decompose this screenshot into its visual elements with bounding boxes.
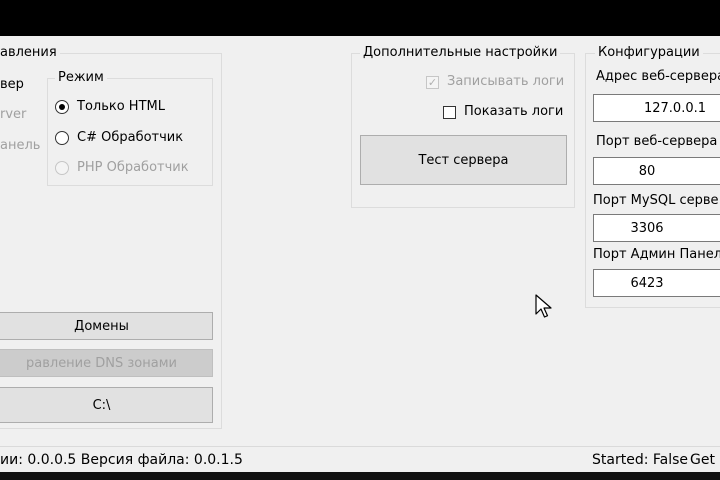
web-port-field[interactable]: 80	[593, 157, 720, 185]
status-get: Get I	[690, 452, 720, 468]
config-group-title: Конфигурации	[595, 45, 703, 61]
management-item-rver: rver	[0, 107, 27, 122]
app-window: авления вер rver анель Режим Только HTML…	[0, 36, 720, 472]
web-address-label: Адрес веб-сервера	[596, 69, 720, 84]
mysql-port-field[interactable]: 3306	[593, 214, 720, 242]
management-item-panel: анель	[0, 138, 41, 153]
label-csharp-handler[interactable]: C# Обработчик	[77, 129, 183, 147]
show-logs-label[interactable]: Показать логи	[464, 103, 563, 121]
web-port-label: Порт веб-сервера	[596, 134, 718, 149]
label-html-only[interactable]: Только HTML	[77, 98, 165, 116]
show-logs-checkbox[interactable]	[443, 106, 456, 119]
checkmark-icon: ✓	[427, 76, 438, 89]
radio-csharp-handler[interactable]	[55, 131, 69, 145]
management-item-server: вер	[0, 77, 24, 92]
mode-group-title: Режим	[55, 70, 107, 86]
admin-port-label: Порт Админ Панел	[593, 247, 720, 262]
test-server-button[interactable]: Тест сервера	[360, 135, 567, 185]
web-address-field[interactable]: 127.0.0.1	[593, 94, 720, 122]
mysql-port-label: Порт MySQL серве	[593, 193, 719, 208]
status-bar: ии: 0.0.0.5 Версия файла: 0.0.1.5 Starte…	[0, 446, 720, 472]
radio-html-only[interactable]	[55, 100, 69, 114]
dns-zones-button: равление DNS зонами	[0, 349, 213, 377]
domains-button[interactable]: Домены	[0, 312, 213, 340]
mouse-pointer-icon	[535, 294, 552, 318]
taskbar-strip	[0, 472, 720, 480]
write-logs-label: Записывать логи	[447, 74, 565, 89]
status-version: ии: 0.0.0.5 Версия файла: 0.0.1.5	[0, 452, 243, 468]
status-started: Started: False	[592, 452, 689, 468]
additional-settings-title: Дополнительные настройки	[360, 45, 561, 61]
management-group-title: авления	[0, 45, 60, 61]
radio-php-handler	[55, 161, 69, 175]
admin-port-field[interactable]: 6423	[593, 269, 720, 297]
label-php-handler: PHP Обработчик	[77, 160, 189, 175]
path-button[interactable]: C:\	[0, 387, 213, 423]
write-logs-checkbox: ✓	[426, 76, 439, 89]
